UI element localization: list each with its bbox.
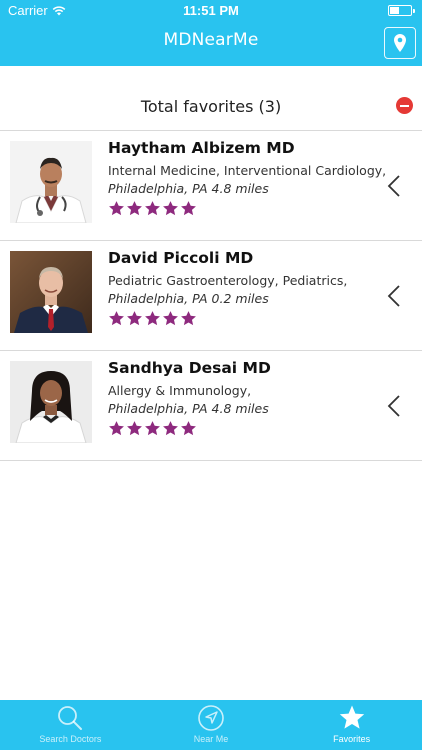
app-screen: Carrier 11:51 PM MDNearMe Total favorite… [0,0,422,750]
remove-circle-icon[interactable] [396,97,413,114]
star-icon [127,311,142,326]
navigation-arrow-icon [198,705,224,731]
doctor-info: Haytham Albizem MD Internal Medicine, In… [108,138,387,217]
star-icon [109,201,124,216]
doctor-name: Haytham Albizem MD [108,139,295,157]
star-icon [181,421,196,436]
rating-stars [108,310,376,327]
favorites-list: Haytham Albizem MD Internal Medicine, In… [0,131,422,461]
tab-near-me[interactable]: Near Me [141,700,282,750]
doctor-name: David Piccoli MD [108,249,254,267]
star-icon [181,201,196,216]
status-bar: Carrier 11:51 PM [0,0,422,22]
tab-bar: Search Doctors Near Me Favorites [0,700,422,750]
doctor-photo [10,141,92,223]
doctor-row[interactable]: David Piccoli MD Pediatric Gastroenterol… [0,241,422,351]
doctor-name: Sandhya Desai MD [108,359,271,377]
star-icon [163,201,178,216]
doctor-row[interactable]: Haytham Albizem MD Internal Medicine, In… [0,131,422,241]
doctor-info: David Piccoli MD Pediatric Gastroenterol… [108,248,376,327]
status-time: 11:51 PM [183,3,239,18]
doctor-info: Sandhya Desai MD Allergy & Immunology, P… [108,358,376,437]
tab-search-doctors[interactable]: Search Doctors [0,700,141,750]
rating-stars [108,420,376,437]
star-icon [339,705,364,729]
star-icon [145,421,160,436]
star-icon [109,311,124,326]
doctor-location: Philadelphia, PA 4.8 miles [108,401,269,416]
tab-favorites[interactable]: Favorites [281,700,422,750]
search-icon [58,706,83,730]
doctor-row[interactable]: Sandhya Desai MD Allergy & Immunology, P… [0,351,422,461]
map-button[interactable] [384,27,416,59]
star-icon [145,311,160,326]
doctor-specialties: Internal Medicine, Interventional Cardio… [108,163,387,178]
doctor-photo [10,361,92,443]
doctor-specialties: Pediatric Gastroenterology, Pediatrics, [108,273,348,288]
page-title: MDNearMe [163,30,259,50]
star-icon [109,421,124,436]
chevron-left-icon[interactable] [386,284,402,308]
battery-icon [388,5,415,16]
star-icon [163,421,178,436]
doctor-photo [10,251,92,333]
doctor-location: Philadelphia, PA 0.2 miles [108,291,269,306]
star-icon [163,311,178,326]
map-pin-icon [394,34,406,52]
tab-label: Favorites [333,734,371,744]
favorites-count-label: Total favorites (3) [140,97,282,116]
chevron-left-icon[interactable] [386,394,402,418]
header: Carrier 11:51 PM MDNearMe [0,0,422,66]
star-icon [127,201,142,216]
tab-label: Search Doctors [39,734,102,744]
tab-label: Near Me [193,734,229,744]
favorites-summary: Total favorites (3) [0,92,422,122]
star-icon [127,421,142,436]
star-icon [181,311,196,326]
chevron-left-icon[interactable] [386,174,402,198]
doctor-location: Philadelphia, PA 4.8 miles [108,181,269,196]
doctor-specialties: Allergy & Immunology, [108,383,252,398]
star-icon [145,201,160,216]
rating-stars [108,200,376,217]
